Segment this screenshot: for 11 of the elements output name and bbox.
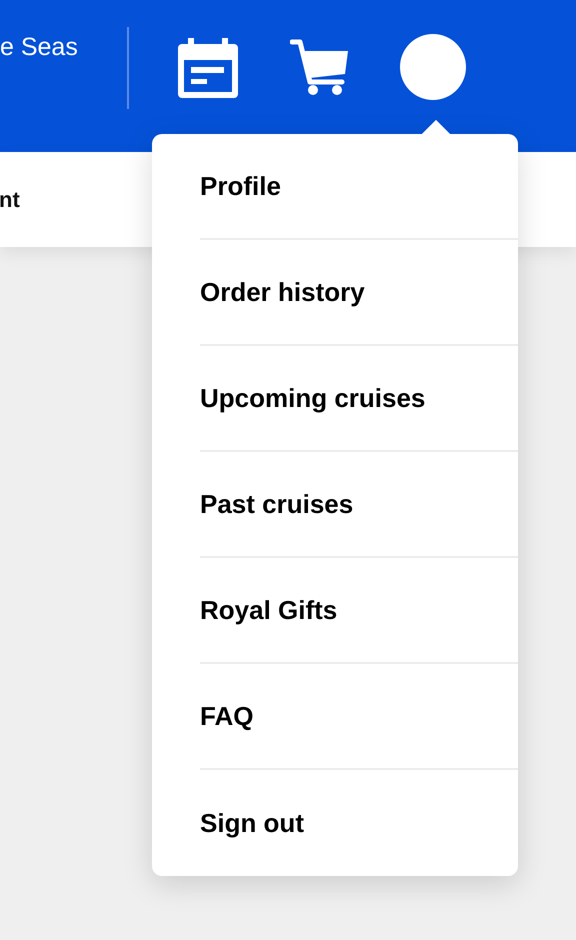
menu-item[interactable]: Sign out [200,804,304,842]
calendar-icon[interactable] [178,38,238,98]
menu-item[interactable]: Profile [200,166,281,206]
brand-text: e Seas [0,32,79,63]
cart-icon[interactable] [290,38,350,96]
menu-item[interactable]: Order history [200,272,365,312]
menu-item[interactable]: Past cruises [200,484,354,524]
menu-item[interactable]: Royal Gifts [200,590,338,630]
menu-item[interactable]: FAQ [200,696,254,736]
menu-item[interactable]: Upcoming cruises [200,378,426,418]
subnav-text[interactable]: nt [0,183,20,216]
